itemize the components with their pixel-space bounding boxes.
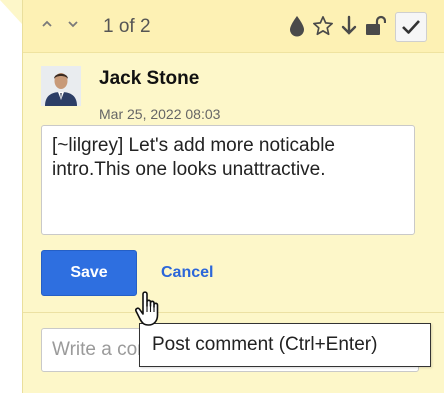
chevron-down-icon <box>68 21 78 28</box>
highlight-color-icon <box>290 16 304 37</box>
comment-popup: 1 of 2 Jack Stone Mar 25, 2022 08:03 [~l… <box>0 0 444 393</box>
comment-header: 1 of 2 <box>23 0 444 53</box>
chevron-up-icon <box>42 20 52 27</box>
lock-toggle-button[interactable] <box>363 14 387 38</box>
unlock-icon <box>366 15 386 35</box>
star-button[interactable] <box>311 14 335 38</box>
bubble-pointer <box>0 0 22 24</box>
comment-panel: 1 of 2 Jack Stone Mar 25, 2022 08:03 [~l… <box>22 0 444 393</box>
avatar-image <box>41 66 81 106</box>
resolve-button[interactable] <box>395 12 427 42</box>
author-name: Jack Stone <box>99 68 200 89</box>
comment-counter: 1 of 2 <box>103 16 151 37</box>
save-tooltip: Post comment (Ctrl+Enter) <box>139 323 431 367</box>
move-down-button[interactable] <box>337 14 361 38</box>
divider <box>23 312 444 313</box>
next-comment-button[interactable] <box>63 16 83 36</box>
avatar <box>41 66 81 106</box>
highlight-color-button[interactable] <box>285 14 309 38</box>
save-button[interactable]: Save <box>41 250 137 296</box>
comment-timestamp: Mar 25, 2022 08:03 <box>99 106 221 122</box>
check-icon <box>402 20 420 34</box>
cancel-button[interactable]: Cancel <box>161 264 213 282</box>
previous-comment-button[interactable] <box>37 16 57 36</box>
comment-textarea[interactable]: [~lilgrey] Let's add more noticable intr… <box>41 125 415 235</box>
arrow-down-icon <box>341 15 357 35</box>
star-icon <box>313 16 333 36</box>
